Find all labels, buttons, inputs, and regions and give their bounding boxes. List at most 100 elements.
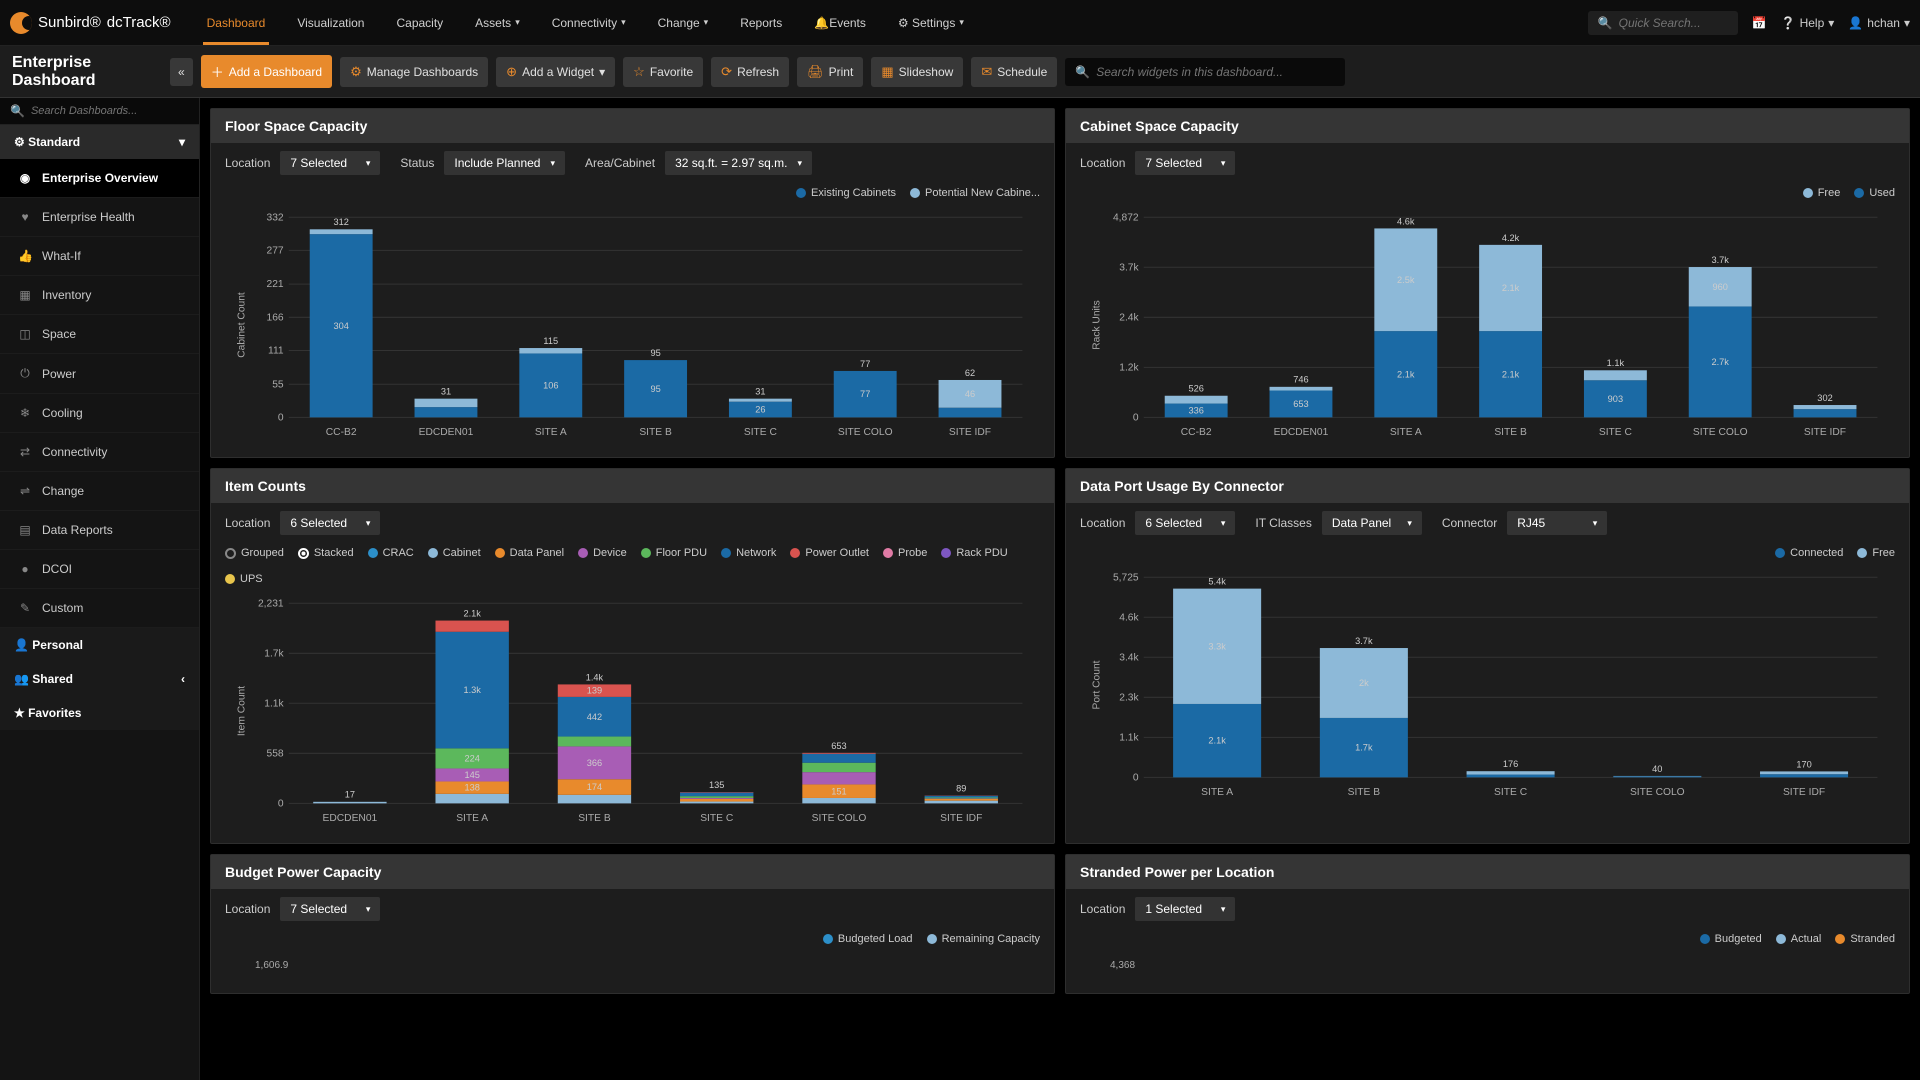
manage-dashboards-button[interactable]: ⚙Manage Dashboards — [340, 57, 488, 87]
favorite-button[interactable]: ☆Favorite — [623, 57, 703, 87]
legend-existing[interactable]: Existing Cabinets — [796, 187, 896, 199]
nav-tab-change[interactable]: Change ▾ — [642, 0, 725, 45]
svg-text:1.4k: 1.4k — [586, 672, 604, 682]
svg-text:138: 138 — [464, 783, 479, 793]
svg-text:89: 89 — [956, 783, 966, 793]
svg-text:EDCDEN01: EDCDEN01 — [1274, 427, 1329, 438]
legend-free[interactable]: Free — [1857, 547, 1895, 559]
svg-text:2.4k: 2.4k — [1119, 312, 1139, 323]
svg-text:31: 31 — [755, 387, 765, 397]
sidebar-item-what-if[interactable]: 👍What-If — [0, 237, 199, 276]
svg-text:95: 95 — [650, 348, 660, 358]
quick-search[interactable]: 🔍 — [1588, 11, 1738, 35]
svg-text:176: 176 — [1503, 759, 1518, 769]
nav-tab-visualization[interactable]: Visualization — [281, 0, 380, 45]
area-select[interactable]: 32 sq.ft. = 2.97 sq.m.▾ — [665, 151, 812, 175]
add-dashboard-button[interactable]: ＋Add a Dashboard — [201, 55, 332, 88]
svg-text:0: 0 — [278, 798, 284, 809]
legend-actual[interactable]: Actual — [1776, 933, 1822, 945]
search-icon: 🔍 — [1075, 65, 1090, 79]
connector-select[interactable]: RJ45▾ — [1507, 511, 1607, 535]
svg-text:111: 111 — [268, 346, 284, 357]
sidebar-item-space[interactable]: ◫Space — [0, 315, 199, 354]
dashboard-search-input[interactable] — [31, 105, 189, 117]
sidebar-item-dcoi[interactable]: ●DCOI — [0, 550, 199, 589]
sidebar-section-shared[interactable]: 👥 Shared‹ — [0, 662, 199, 696]
widget-search-input[interactable] — [1096, 65, 1335, 79]
sidebar-item-inventory[interactable]: ▦Inventory — [0, 276, 199, 315]
location-select[interactable]: 7 Selected▾ — [280, 151, 380, 175]
nav-tab-settings[interactable]: ⚙ Settings ▾ — [882, 0, 980, 45]
svg-text:1.1k: 1.1k — [264, 698, 284, 709]
mode-grouped[interactable]: Grouped — [225, 547, 284, 559]
widget-title: Budget Power Capacity — [211, 855, 1054, 889]
mode-stacked[interactable]: Stacked — [298, 547, 354, 559]
dashboard-search[interactable]: 🔍 — [0, 98, 199, 125]
quick-search-input[interactable] — [1619, 16, 1728, 30]
legend-free[interactable]: Free — [1803, 187, 1841, 199]
logo: Sunbird® dcTrack® — [10, 12, 171, 34]
cabinet-chart: Rack Units01.2k2.4k3.7k4,872336526CC-B26… — [1080, 207, 1895, 443]
legend-remaining[interactable]: Remaining Capacity — [927, 933, 1040, 945]
location-select[interactable]: 7 Selected▾ — [1135, 151, 1235, 175]
svg-text:95: 95 — [650, 384, 660, 394]
sidebar-section-standard[interactable]: ⚙ Standard▾ — [0, 125, 199, 159]
svg-text:SITE B: SITE B — [1494, 427, 1527, 438]
add-widget-button[interactable]: ⊕Add a Widget ▾ — [496, 57, 615, 87]
legend-budgeted[interactable]: Budgeted — [1700, 933, 1762, 945]
help-menu[interactable]: ❔ Help ▾ — [1781, 16, 1835, 30]
legend-potential[interactable]: Potential New Cabine... — [910, 187, 1040, 199]
status-select[interactable]: Include Planned▾ — [444, 151, 565, 175]
svg-text:526: 526 — [1188, 384, 1203, 394]
legend-used[interactable]: Used — [1854, 187, 1895, 199]
svg-text:40: 40 — [1652, 764, 1662, 774]
svg-text:SITE B: SITE B — [578, 813, 611, 824]
sidebar-section-favorites[interactable]: ★ Favorites — [0, 696, 199, 730]
widget-item-counts: Item Counts Location6 Selected▾ Grouped … — [210, 468, 1055, 844]
page-title: Enterprise Dashboard — [12, 54, 154, 90]
nav-tab-capacity[interactable]: Capacity — [380, 0, 459, 45]
svg-text:SITE C: SITE C — [1599, 427, 1633, 438]
nav-tab-assets[interactable]: Assets ▾ — [459, 0, 536, 45]
schedule-button[interactable]: ✉Schedule — [971, 57, 1057, 87]
widget-title: Item Counts — [211, 469, 1054, 503]
calendar-button[interactable]: 📅 — [1752, 16, 1767, 30]
svg-text:SITE A: SITE A — [456, 813, 488, 824]
nav-tab-reports[interactable]: Reports — [724, 0, 798, 45]
sidebar-section-personal[interactable]: 👤 Personal — [0, 628, 199, 662]
legend-stranded[interactable]: Stranded — [1835, 933, 1895, 945]
sidebar-item-cooling[interactable]: ❄Cooling — [0, 394, 199, 433]
sidebar-item-custom[interactable]: ✎Custom — [0, 589, 199, 628]
svg-text:SITE IDF: SITE IDF — [949, 427, 991, 438]
user-menu[interactable]: 👤 hchan ▾ — [1848, 16, 1910, 30]
svg-text:3.7k: 3.7k — [1119, 262, 1139, 273]
print-button[interactable]: 🖨Print — [797, 57, 863, 87]
sidebar-item-enterprise-health[interactable]: ♥Enterprise Health — [0, 198, 199, 237]
nav-tab-connectivity[interactable]: Connectivity ▾ — [536, 0, 642, 45]
legend-budgeted[interactable]: Budgeted Load — [823, 933, 913, 945]
location-select[interactable]: 7 Selected▾ — [280, 897, 380, 921]
location-select[interactable]: 6 Selected▾ — [280, 511, 380, 535]
location-select[interactable]: 1 Selected▾ — [1135, 897, 1235, 921]
collapse-sidebar-button[interactable]: « — [170, 58, 193, 86]
sidebar-item-data-reports[interactable]: ▤Data Reports — [0, 511, 199, 550]
svg-text:746: 746 — [1293, 375, 1308, 385]
class-select[interactable]: Data Panel▾ — [1322, 511, 1422, 535]
sidebar-item-power[interactable]: ⏻Power — [0, 354, 199, 394]
svg-text:139: 139 — [587, 686, 602, 696]
location-select[interactable]: 6 Selected▾ — [1135, 511, 1235, 535]
sidebar-item-enterprise-overview[interactable]: ◉Enterprise Overview — [0, 159, 199, 198]
slideshow-button[interactable]: ▦Slideshow — [871, 57, 963, 87]
sidebar-item-change[interactable]: ⇌Change — [0, 472, 199, 511]
dashboard-content: Floor Space Capacity Location7 Selected▾… — [200, 98, 1920, 1080]
legend-connected[interactable]: Connected — [1775, 547, 1843, 559]
svg-text:3.3k: 3.3k — [1208, 641, 1226, 651]
svg-text:2.3k: 2.3k — [1119, 692, 1139, 703]
svg-text:170: 170 — [1796, 759, 1811, 769]
nav-tab-dashboard[interactable]: Dashboard — [191, 0, 282, 45]
sidebar-item-connectivity[interactable]: ⇄Connectivity — [0, 433, 199, 472]
widget-search[interactable]: 🔍 — [1065, 58, 1345, 86]
svg-text:17: 17 — [345, 790, 355, 800]
nav-tab-events[interactable]: 🔔 Events — [798, 0, 882, 45]
refresh-button[interactable]: ⟳Refresh — [711, 57, 789, 87]
